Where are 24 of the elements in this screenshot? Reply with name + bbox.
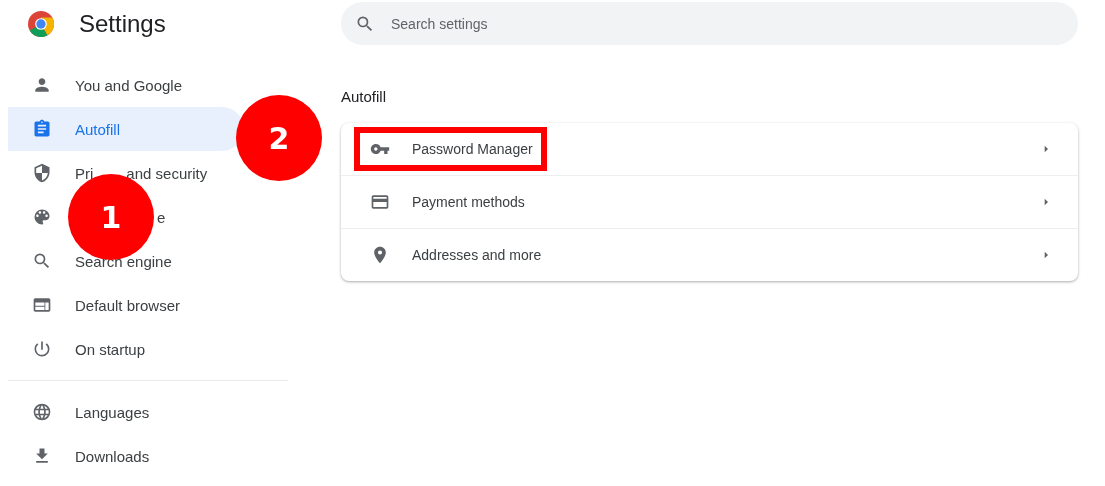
- sidebar-item[interactable]: On startup: [75, 340, 146, 358]
- search-field[interactable]: Search settings: [341, 2, 1078, 45]
- sidebar-item[interactable]: Languages: [75, 403, 150, 421]
- sidebar-item[interactable]: Default browser: [75, 296, 181, 314]
- search-icon[interactable]: [32, 251, 52, 271]
- sidebar-item[interactable]: Autofill: [75, 120, 121, 138]
- search-input[interactable]: Search settings: [389, 14, 1078, 33]
- step-number-marker: 2: [236, 95, 322, 181]
- sidebar-item[interactable]: You and Google: [75, 76, 183, 94]
- browser-window-icon[interactable]: [32, 295, 52, 315]
- sidebar-item[interactable]: Downloads: [75, 447, 150, 465]
- sidebar-item-text[interactable]: e: [157, 208, 166, 226]
- clipboard-icon[interactable]: [32, 119, 52, 139]
- credit-card-icon: [370, 192, 390, 212]
- browser-logo-icon: [28, 11, 54, 37]
- palette-icon[interactable]: [32, 207, 52, 227]
- settings-row[interactable]: Password Manager: [341, 123, 1078, 175]
- globe-icon[interactable]: [32, 402, 52, 422]
- settings-row[interactable]: Addresses and more: [341, 228, 1078, 281]
- section-heading: Autofill: [341, 88, 388, 105]
- app-title: Settings: [79, 10, 166, 38]
- settings-row[interactable]: Payment methods: [341, 175, 1078, 228]
- power-icon[interactable]: [32, 339, 52, 359]
- shield-icon[interactable]: [32, 163, 52, 183]
